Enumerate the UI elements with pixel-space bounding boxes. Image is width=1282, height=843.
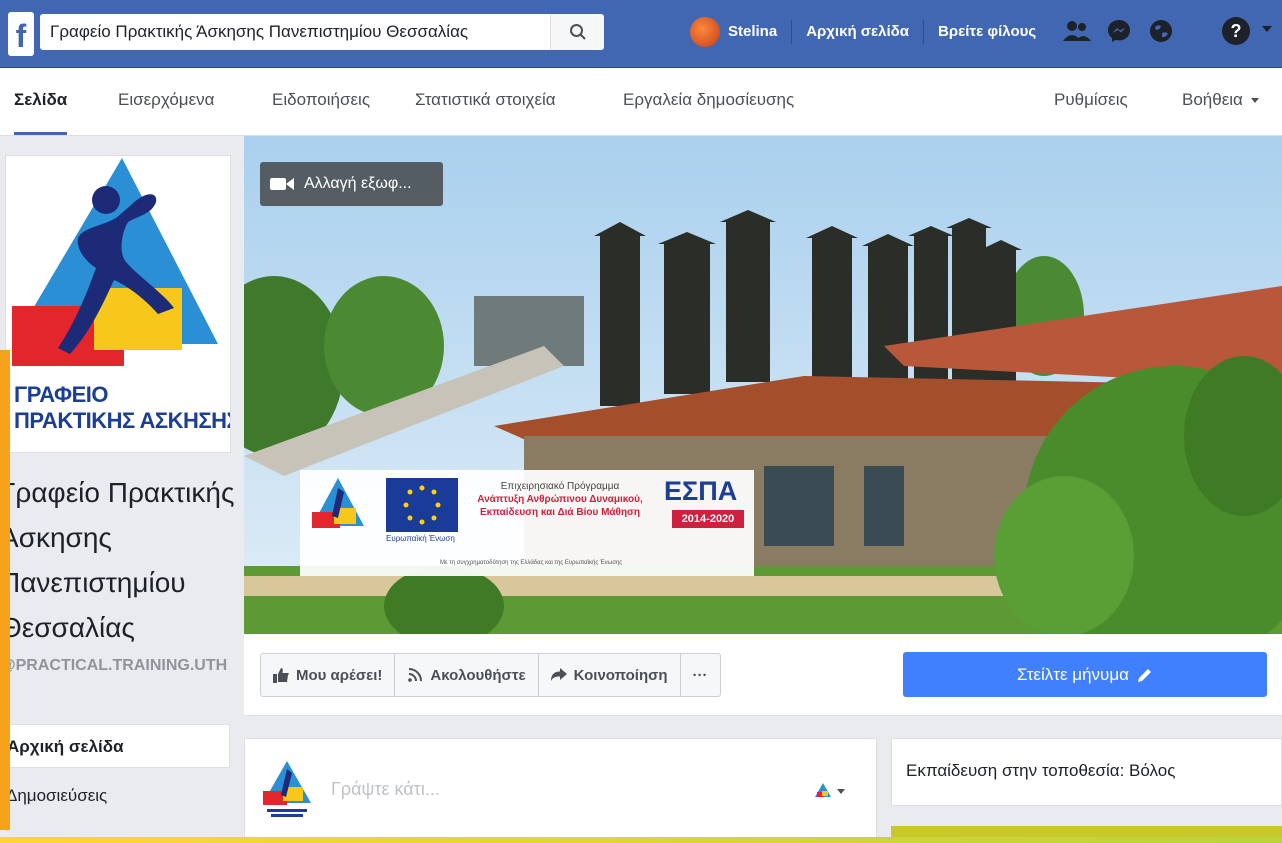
tab-help-label: Βοήθεια xyxy=(1182,90,1243,109)
program-title: Επιχειρησιακό Πρόγραμμα Ανάπτυξη Ανθρώπι… xyxy=(477,481,643,518)
espa-logo: ΕΣΠΑ xyxy=(664,476,738,506)
left-nav-posts[interactable]: Δημοσιεύσεις xyxy=(6,786,107,806)
espa-banner: Ευρωπαϊκή Ένωση Επιχειρησιακό Πρόγραμμα … xyxy=(300,470,754,576)
eu-label: Ευρωπαϊκή Ένωση xyxy=(386,534,455,543)
search-icon xyxy=(569,24,586,40)
chevron-down-icon xyxy=(1250,98,1259,104)
organization-logo-icon xyxy=(12,158,218,366)
browser-frame: f Stelina Αρχική σελίδα Βρείτε φίλους ? xyxy=(0,0,1282,843)
tab-page[interactable]: Σελίδα xyxy=(14,90,68,135)
page-admin-tabs: Σελίδα Εισερχόμενα Ειδοποιήσεις Στατιστι… xyxy=(0,68,1282,136)
tab-help[interactable]: Βοήθεια xyxy=(1182,90,1259,110)
thumbs-up-icon xyxy=(273,668,289,683)
search-box xyxy=(40,14,604,50)
facebook-top-bar: f Stelina Αρχική σελίδα Βρείτε φίλους ? xyxy=(0,0,1282,68)
top-nav: Stelina Αρχική σελίδα Βρείτε φίλους xyxy=(690,14,1050,50)
like-button[interactable]: Μου αρέσει! xyxy=(261,654,396,696)
user-avatar[interactable] xyxy=(690,17,720,47)
composer-input[interactable]: Γράψτε κάτι... xyxy=(331,779,440,800)
more-options-button[interactable]: ··· xyxy=(681,654,720,696)
tab-publishing-tools[interactable]: Εργαλεία δημοσίευσης xyxy=(623,90,794,110)
search-button[interactable] xyxy=(550,14,604,50)
page-avatar-icon xyxy=(263,761,311,817)
messenger-icon[interactable] xyxy=(1104,16,1134,46)
home-link[interactable]: Αρχική σελίδα xyxy=(792,20,925,44)
more-dots-icon: ··· xyxy=(692,666,708,684)
video-camera-icon xyxy=(270,178,294,190)
change-cover-button[interactable]: Αλλαγή εξωφ... xyxy=(260,162,443,206)
espa-footer: Με τη συγχρηματοδότηση της Ελλάδας και τ… xyxy=(440,560,623,566)
chevron-down-icon xyxy=(837,788,845,794)
search-input[interactable] xyxy=(40,14,550,50)
post-composer: Γράψτε κάτι... xyxy=(244,738,877,843)
page-name[interactable]: Γραφείο Πρακτικής Άσκησης Πανεπιστημίου … xyxy=(0,470,236,650)
page-action-bar: Μου αρέσει! Ακολουθήστε Κοινοποίηση ··· … xyxy=(244,634,1282,716)
pencil-icon xyxy=(1137,668,1151,682)
facebook-logo[interactable]: f xyxy=(8,12,34,56)
follow-button[interactable]: Ακολουθήστε xyxy=(395,654,539,696)
eu-flag-icon xyxy=(386,478,458,532)
top-nav-icons xyxy=(1062,16,1176,46)
page-username[interactable]: @PRACTICAL.TRAINING.UTH xyxy=(0,655,236,677)
send-message-button[interactable]: Στείλτε μήνυμα xyxy=(903,652,1267,697)
organization-logo-small-icon xyxy=(312,478,364,528)
rss-icon xyxy=(408,668,423,682)
page-identity-icon xyxy=(815,783,831,797)
espa-years: 2014-2020 xyxy=(672,510,744,528)
location-info-card: Εκπαίδευση στην τοποθεσία: Βόλος xyxy=(891,738,1282,806)
audience-selector[interactable] xyxy=(815,783,845,799)
page-actions: Μου αρέσει! Ακολουθήστε Κοινοποίηση ··· xyxy=(260,653,721,697)
tab-insights[interactable]: Στατιστικά στοιχεία xyxy=(415,90,556,110)
profile-link[interactable]: Stelina xyxy=(728,20,793,44)
friend-requests-icon[interactable] xyxy=(1062,16,1092,46)
decorative-accent-bottom xyxy=(0,837,1282,843)
tab-notifications[interactable]: Ειδοποιήσεις xyxy=(272,90,370,110)
change-cover-label: Αλλαγή εξωφ... xyxy=(304,175,412,192)
share-arrow-icon xyxy=(550,668,567,681)
find-friends-link[interactable]: Βρείτε φίλους xyxy=(924,20,1050,44)
logo-caption: ΓΡΑΦΕΙΟ ΠΡΑΚΤΙΚΗΣ ΑΣΚΗΣΗΣ xyxy=(14,382,231,433)
chevron-down-icon[interactable] xyxy=(1262,26,1272,32)
share-button[interactable]: Κοινοποίηση xyxy=(539,654,681,696)
help-icon[interactable]: ? xyxy=(1222,17,1250,45)
profile-picture[interactable]: ΓΡΑΦΕΙΟ ΠΡΑΚΤΙΚΗΣ ΑΣΚΗΣΗΣ xyxy=(5,155,231,453)
tab-settings[interactable]: Ρυθμίσεις xyxy=(1054,90,1128,110)
left-nav-home[interactable]: Αρχική σελίδα xyxy=(0,724,230,768)
tab-inbox[interactable]: Εισερχόμενα xyxy=(118,90,214,110)
decorative-accent-left xyxy=(0,350,10,830)
notifications-globe-icon[interactable] xyxy=(1146,16,1176,46)
